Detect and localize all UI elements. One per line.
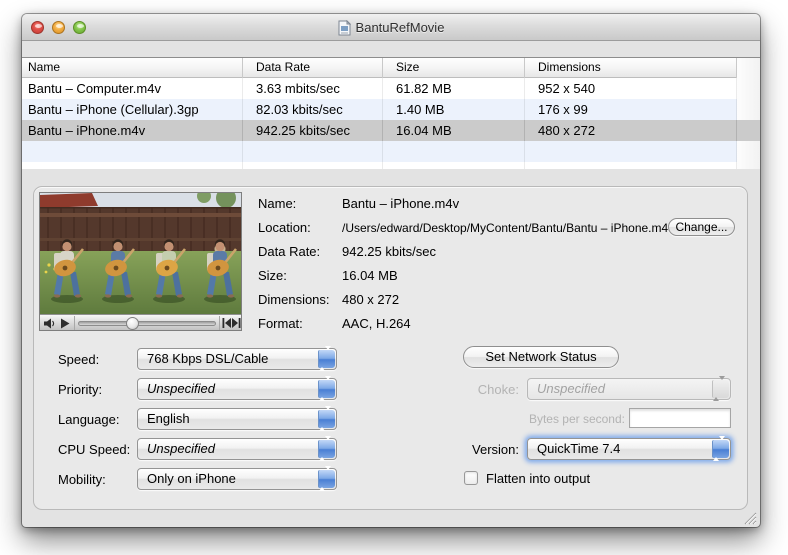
table-row-selected[interactable]: Bantu – iPhone.m4v 942.25 kbits/sec 16.0… <box>22 120 760 141</box>
speed-label: Speed: <box>58 352 99 367</box>
video-player <box>39 192 242 331</box>
volume-icon <box>43 318 56 329</box>
change-button[interactable]: Change... <box>668 218 735 236</box>
movie-table: Name Data Rate Size Dimensions Bantu – C… <box>22 57 760 168</box>
titlebar[interactable]: BantuRefMovie <box>22 14 760 41</box>
popup-stepper-icon <box>712 440 729 458</box>
step-back-button[interactable] <box>221 315 231 331</box>
empty-row <box>22 141 760 162</box>
table-header: Name Data Rate Size Dimensions <box>22 58 760 78</box>
empty-row <box>22 162 760 169</box>
controller-divider <box>219 316 220 330</box>
column-header-scrollbar <box>737 58 760 78</box>
flatten-checkbox-label[interactable]: Flatten into output <box>486 471 590 486</box>
cpu-speed-popup-value: Unspecified <box>138 439 336 459</box>
scrollbar-track <box>737 78 760 99</box>
version-label: Version: <box>422 442 519 457</box>
choke-popup: Unspecified <box>527 378 731 400</box>
popup-stepper-icon <box>318 470 335 488</box>
popup-stepper-icon <box>318 350 335 368</box>
cell-size: 1.40 MB <box>383 99 525 120</box>
resize-grip[interactable] <box>741 510 757 525</box>
set-network-status-button[interactable]: Set Network Status <box>463 346 619 368</box>
cell-dimensions: 952 x 540 <box>525 78 737 99</box>
window-title: BantuRefMovie <box>356 20 445 35</box>
priority-popup[interactable]: Unspecified <box>137 378 337 400</box>
speed-popup[interactable]: 768 Kbps DSL/Cable <box>137 348 337 370</box>
volume-button[interactable] <box>42 315 56 331</box>
popup-stepper-icon <box>318 380 335 398</box>
table-row[interactable]: Bantu – iPhone (Cellular).3gp 82.03 kbit… <box>22 99 760 120</box>
step-forward-button[interactable] <box>231 315 241 331</box>
mobility-popup[interactable]: Only on iPhone <box>137 468 337 490</box>
cell-name: Bantu – iPhone.m4v <box>22 120 243 141</box>
window: BantuRefMovie Name Data Rate Size Dimens… <box>22 14 760 527</box>
cell-data-rate: 3.63 mbits/sec <box>243 78 383 99</box>
table-row[interactable]: Bantu – Computer.m4v 3.63 mbits/sec 61.8… <box>22 78 760 99</box>
cell-dimensions: 480 x 272 <box>525 120 737 141</box>
screen: BantuRefMovie Name Data Rate Size Dimens… <box>0 0 788 555</box>
cell-data-rate: 82.03 kbits/sec <box>243 99 383 120</box>
language-popup[interactable]: English <box>137 408 337 430</box>
bytes-per-second-label: Bytes per second: <box>422 412 625 426</box>
cell-data-rate: 942.25 kbits/sec <box>243 120 383 141</box>
flatten-checkbox[interactable] <box>464 471 478 485</box>
bytes-per-second-input[interactable] <box>629 408 731 428</box>
mobility-label: Mobility: <box>58 472 106 487</box>
document-icon <box>338 20 351 36</box>
cell-size: 61.82 MB <box>383 78 525 99</box>
dimensions-value: 480 x 272 <box>342 292 399 307</box>
format-value: AAC, H.264 <box>342 316 411 331</box>
name-value: Bantu – iPhone.m4v <box>342 196 459 211</box>
size-value: 16.04 MB <box>342 268 398 283</box>
scrubber-track[interactable] <box>78 321 216 326</box>
scrollbar-track <box>737 120 760 141</box>
mobility-popup-value: Only on iPhone <box>138 469 336 489</box>
priority-popup-value: Unspecified <box>138 379 336 399</box>
name-label: Name: <box>258 196 296 211</box>
controller-divider <box>74 316 75 330</box>
step-back-icon <box>222 318 231 328</box>
play-icon <box>61 318 70 329</box>
column-header-name[interactable]: Name <box>22 58 243 78</box>
speed-popup-value: 768 Kbps DSL/Cable <box>138 349 336 369</box>
cpu-speed-label: CPU Speed: <box>58 442 130 457</box>
video-preview[interactable] <box>40 193 241 314</box>
choke-popup-value: Unspecified <box>528 379 730 399</box>
play-button[interactable] <box>59 315 71 331</box>
cell-name: Bantu – iPhone (Cellular).3gp <box>22 99 243 120</box>
location-label: Location: <box>258 220 311 235</box>
location-value: /Users/edward/Desktop/MyContent/Bantu/Ba… <box>342 221 674 235</box>
language-popup-value: English <box>138 409 336 429</box>
scrubber[interactable] <box>126 317 139 330</box>
scrollbar-track <box>737 99 760 120</box>
priority-label: Priority: <box>58 382 102 397</box>
size-label: Size: <box>258 268 287 283</box>
popup-stepper-icon <box>712 380 729 398</box>
data-rate-value: 942.25 kbits/sec <box>342 244 436 259</box>
player-controller <box>40 314 241 330</box>
cpu-speed-popup[interactable]: Unspecified <box>137 438 337 460</box>
version-popup[interactable]: QuickTime 7.4 <box>527 438 731 460</box>
dimensions-label: Dimensions: <box>258 292 330 307</box>
popup-stepper-icon <box>318 440 335 458</box>
step-forward-icon <box>232 318 241 328</box>
column-header-data-rate[interactable]: Data Rate <box>243 58 383 78</box>
language-label: Language: <box>58 412 119 427</box>
column-header-dimensions[interactable]: Dimensions <box>525 58 737 78</box>
cell-name: Bantu – Computer.m4v <box>22 78 243 99</box>
choke-label: Choke: <box>422 382 519 397</box>
popup-stepper-icon <box>318 410 335 428</box>
column-header-size[interactable]: Size <box>383 58 525 78</box>
format-label: Format: <box>258 316 303 331</box>
cell-dimensions: 176 x 99 <box>525 99 737 120</box>
version-popup-value: QuickTime 7.4 <box>528 439 730 459</box>
cell-size: 16.04 MB <box>383 120 525 141</box>
data-rate-label: Data Rate: <box>258 244 320 259</box>
